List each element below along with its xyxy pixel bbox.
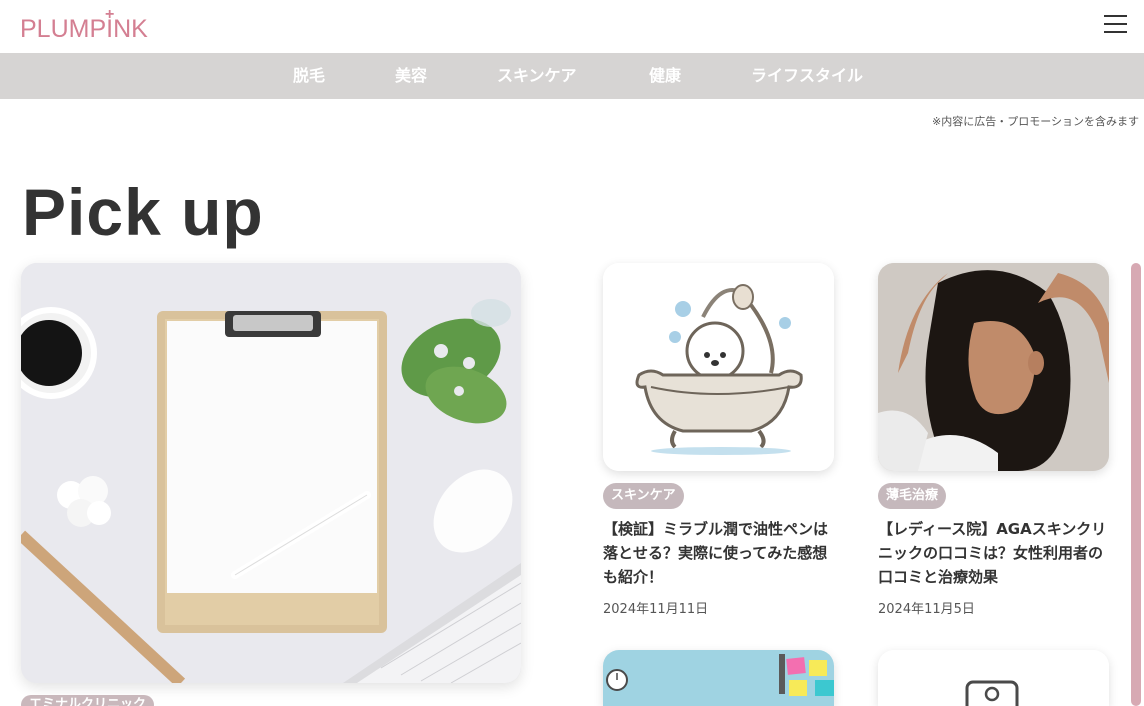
category-nav: 脱毛 美容 スキンケア 健康 ライフスタイル xyxy=(0,53,1144,99)
nav-item-skincare[interactable]: スキンケア xyxy=(497,53,577,99)
logo-plus: + xyxy=(105,6,115,23)
article-thumbnail[interactable] xyxy=(878,263,1109,471)
article-thumbnail[interactable] xyxy=(603,263,834,471)
article-thumbnail[interactable] xyxy=(878,650,1109,706)
article-title[interactable]: 【レディース院】AGAスキンクリニックの口コミは？女性利用者の口コミと治療効果 xyxy=(878,517,1110,589)
article-title[interactable]: 【検証】ミラブル潤で油性ペンは落とせる？実際に使ってみた感想も紹介！ xyxy=(603,517,835,589)
nav-item-lifestyle[interactable]: ライフスタイル xyxy=(751,53,863,99)
article-date: 2024年11月11日 xyxy=(603,602,709,617)
article-card: 薄毛治療 【レディース院】AGAスキンクリニックの口コミは？女性利用者の口コミと… xyxy=(878,263,1109,623)
site-logo[interactable]: PLUMPINK + xyxy=(20,6,152,43)
nav-item-beauty[interactable]: 美容 xyxy=(395,53,427,99)
article-date: 2024年11月5日 xyxy=(878,602,975,617)
article-thumbnail[interactable] xyxy=(603,650,834,706)
category-tag[interactable]: 薄毛治療 xyxy=(878,483,947,509)
hero-article-image[interactable] xyxy=(21,263,521,683)
hamburger-menu-icon[interactable] xyxy=(1104,14,1128,34)
scrollbar[interactable] xyxy=(1131,263,1141,706)
nav-item-hair-removal[interactable]: 脱毛 xyxy=(293,53,325,99)
nav-item-health[interactable]: 健康 xyxy=(649,53,681,99)
pickup-heading: Pick up xyxy=(22,175,264,249)
category-tag[interactable]: スキンケア xyxy=(603,483,684,509)
ad-disclaimer: ※内容に広告・プロモーションを含みます xyxy=(932,115,1139,128)
article-card: スキンケア 【検証】ミラブル潤で油性ペンは落とせる？実際に使ってみた感想も紹介！… xyxy=(603,263,834,623)
logo-text: PLUMPINK xyxy=(20,15,148,43)
hero-category-tag[interactable]: エミナルクリニック xyxy=(21,695,155,706)
site-header: PLUMPINK + xyxy=(0,0,1144,53)
